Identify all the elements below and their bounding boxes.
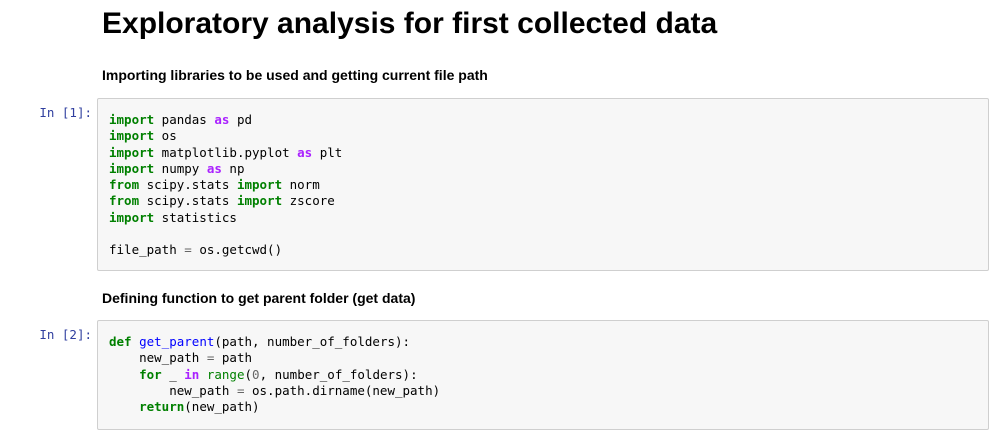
code-line: import matplotlib.pyplot as plt bbox=[109, 144, 343, 160]
markdown-cell-2-text[interactable]: Defining function to get parent folder (… bbox=[102, 288, 415, 308]
code-cell-1-editor[interactable]: import pandas as pd import os import mat… bbox=[98, 99, 988, 272]
code-line: import numpy as np bbox=[109, 160, 245, 176]
input-prompt-1: In [1]: bbox=[39, 105, 92, 120]
markdown-cell-1-text[interactable]: Importing libraries to be used and getti… bbox=[102, 65, 488, 85]
code-line: import pandas as pd bbox=[109, 112, 253, 127]
code-cell-1[interactable]: import pandas as pd import os import mat… bbox=[97, 98, 989, 271]
code-line: from scipy.stats import zscore bbox=[109, 193, 335, 209]
code-line: new_path = os.path.dirname(new_path) bbox=[109, 382, 441, 398]
code-line: file_path = os.getcwd() bbox=[109, 242, 283, 258]
notebook-title: Exploratory analysis for first collected… bbox=[102, 7, 718, 40]
code-line: import os bbox=[109, 128, 177, 144]
code-cell-2[interactable]: def get_parent(path, number_of_folders):… bbox=[97, 320, 989, 430]
code-line: from scipy.stats import norm bbox=[109, 177, 320, 193]
code-line: def get_parent(path, number_of_folders): bbox=[109, 334, 411, 349]
code-line: new_path = path bbox=[109, 350, 253, 366]
code-cell-2-editor[interactable]: def get_parent(path, number_of_folders):… bbox=[98, 321, 988, 428]
code-line: for _ in range(0, number_of_folders): bbox=[139, 366, 418, 382]
code-line: import statistics bbox=[109, 209, 237, 225]
input-prompt-2: In [2]: bbox=[39, 327, 92, 342]
code-line: return(new_path) bbox=[139, 399, 260, 415]
